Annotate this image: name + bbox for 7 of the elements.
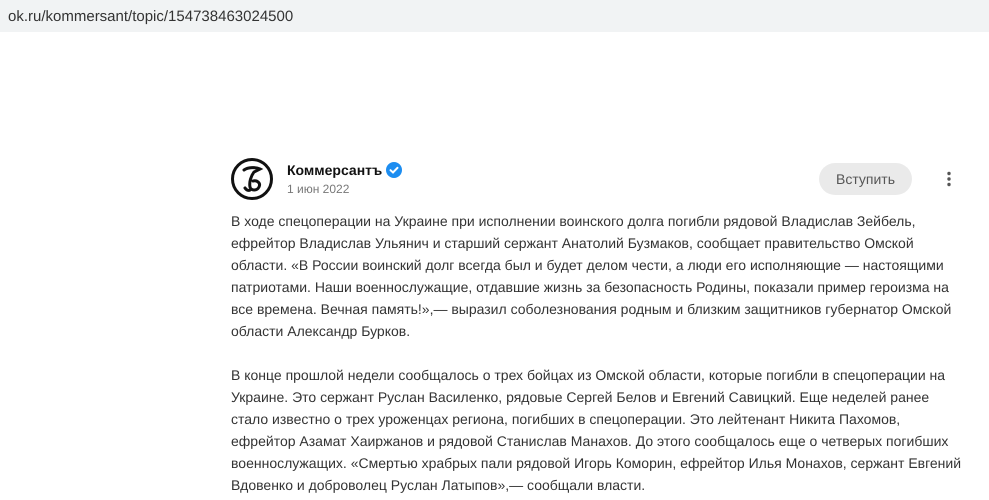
logo-icon[interactable]	[231, 158, 273, 200]
post-paragraph: В ходе спецоперации на Украине при исполнении воинского долга погибли рядовой Владислав Зейбель, ефрейтор Владислав Ульянич и старший сержант Анатолий Бузмаков, сообщает правительство Омской области. «В России воинский долг всегда был и будет делом чести, а люди его исполняющие — настоящими патриотами. Наши военнослужащие, отдавшие жизнь за безопасность Родины, показали пример героизма на все времена. Вечная память!»,— выразил соболезнования родным и близким защитников губернатор Омской области Александр Бурков.	[231, 212, 952, 341]
author-name[interactable]: Коммерсантъ	[287, 162, 382, 178]
join-button[interactable]: Вступить	[818, 163, 912, 195]
post-paragraph: В конце прошлой недели сообщалось о трех бойцах из Омской области, которые погибли в спецоперации на Украине. Это сержант Руслан Василенко, рядовые Сергей Белов и Евгений Савицкий. Еще неделей ранее стало известно о трех уроженцах региона, погибших в спецоперации. Это лейтенант Никита Пахомов, ефрейтор Азамат Хаиржанов и рядовой Станислав Манахов. До этого сообщалось еще о четверых погибших военнослужащих. «Смертью храбрых пали рядовой Игорь Коморин, ефрейтор Илья Монахов, сержант Евгений Вдовенко и доброволец Руслан Латыпов»,— сообщали власти.	[231, 366, 962, 495]
address-url[interactable]: ok.ru/kommersant/topic/154738463024500	[8, 8, 294, 24]
post-date: 1 июн 2022	[287, 182, 350, 196]
